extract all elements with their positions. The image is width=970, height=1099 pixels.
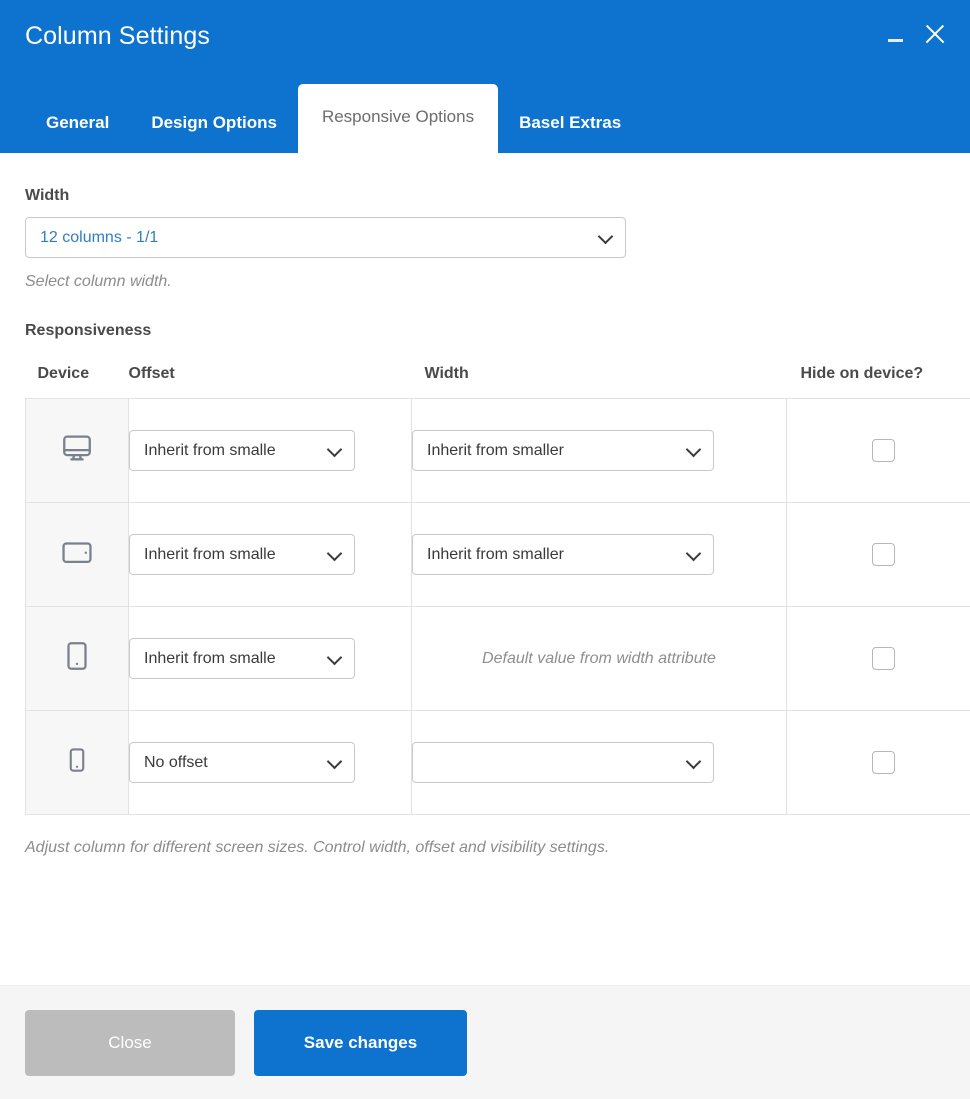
close-dialog-button[interactable]: Close	[25, 1010, 235, 1076]
device-cell	[26, 607, 129, 711]
close-icon	[922, 21, 948, 47]
width-label: Width	[25, 186, 945, 206]
width-cell: Inherit from smaller	[412, 399, 787, 503]
offset-select-value: No offset	[144, 754, 208, 772]
chevron-down-icon	[599, 230, 612, 243]
tab-responsive-options[interactable]: Responsive Options	[298, 84, 498, 153]
chevron-down-icon	[687, 547, 700, 560]
hide-cell	[787, 399, 970, 503]
tablet-portrait-icon	[60, 639, 94, 678]
offset-select[interactable]: Inherit from smalle	[129, 638, 355, 679]
table-header-row: Device Offset Width Hide on device?	[26, 341, 970, 399]
table-row: Inherit from smalle Default value from w…	[26, 607, 970, 711]
width-default-note: Default value from width attribute	[412, 646, 786, 671]
dialog-title: Column Settings	[25, 20, 210, 52]
row-width-select-value: Inherit from smaller	[427, 546, 564, 564]
responsiveness-table: Device Offset Width Hide on device?	[25, 341, 970, 815]
offset-cell: No offset	[129, 711, 412, 815]
width-field-group: Width 12 columns - 1/1 Select column wid…	[0, 153, 970, 341]
device-cell	[26, 503, 129, 607]
width-hint: Select column width.	[25, 272, 945, 292]
table-body: Inherit from smalle Inherit from smaller	[26, 399, 970, 815]
width-cell: Default value from width attribute	[412, 607, 787, 711]
chevron-down-icon	[687, 443, 700, 456]
chevron-down-icon	[328, 651, 341, 664]
dialog-header: Column Settings General Design Options R…	[0, 0, 970, 153]
tab-design-options[interactable]: Design Options	[130, 96, 298, 153]
offset-select[interactable]: Inherit from smalle	[129, 534, 355, 575]
minimize-icon	[888, 39, 903, 42]
offset-select[interactable]: No offset	[129, 742, 355, 783]
column-header-hide-on-device: Hide on device?	[787, 341, 970, 399]
hide-on-device-checkbox[interactable]	[872, 439, 895, 462]
responsiveness-label: Responsiveness	[25, 321, 945, 341]
row-width-select[interactable]: Inherit from smaller	[412, 430, 714, 471]
hide-on-device-checkbox[interactable]	[872, 543, 895, 566]
offset-select-value: Inherit from smalle	[144, 650, 276, 668]
hide-cell	[787, 607, 970, 711]
offset-select-value: Inherit from smalle	[144, 442, 276, 460]
device-cell	[26, 711, 129, 815]
offset-select-value: Inherit from smalle	[144, 546, 276, 564]
desktop-icon	[60, 431, 94, 470]
offset-cell: Inherit from smalle	[129, 503, 412, 607]
chevron-down-icon	[687, 755, 700, 768]
table-header: Device Offset Width Hide on device?	[26, 341, 970, 399]
row-width-select-value: Inherit from smaller	[427, 442, 564, 460]
tab-basel-extras[interactable]: Basel Extras	[498, 96, 642, 153]
dialog-footer: Close Save changes	[0, 985, 970, 1099]
chevron-down-icon	[328, 755, 341, 768]
responsiveness-hint: Adjust column for different screen sizes…	[0, 815, 970, 858]
row-width-select[interactable]	[412, 742, 714, 783]
minimize-button[interactable]	[882, 19, 908, 49]
width-select[interactable]: 12 columns - 1/1	[25, 217, 626, 258]
width-cell: Inherit from smaller	[412, 503, 787, 607]
dialog-body: Width 12 columns - 1/1 Select column wid…	[0, 153, 970, 985]
column-settings-dialog: Column Settings General Design Options R…	[0, 0, 970, 1099]
tablet-landscape-icon	[60, 535, 94, 574]
table-row: Inherit from smalle Inherit from smaller	[26, 503, 970, 607]
device-cell	[26, 399, 129, 503]
hide-on-device-checkbox[interactable]	[872, 751, 895, 774]
hide-cell	[787, 503, 970, 607]
row-width-select[interactable]: Inherit from smaller	[412, 534, 714, 575]
mobile-icon	[62, 745, 92, 780]
chevron-down-icon	[328, 547, 341, 560]
hide-on-device-checkbox[interactable]	[872, 647, 895, 670]
table-row: No offset	[26, 711, 970, 815]
offset-cell: Inherit from smalle	[129, 399, 412, 503]
chevron-down-icon	[328, 443, 341, 456]
column-header-device: Device	[26, 341, 129, 399]
column-header-offset: Offset	[129, 341, 412, 399]
column-header-width: Width	[412, 341, 787, 399]
window-controls	[882, 19, 948, 49]
table-row: Inherit from smalle Inherit from smaller	[26, 399, 970, 503]
width-cell	[412, 711, 787, 815]
close-button[interactable]	[922, 19, 948, 49]
tab-general[interactable]: General	[25, 96, 130, 153]
offset-cell: Inherit from smalle	[129, 607, 412, 711]
hide-cell	[787, 711, 970, 815]
offset-select[interactable]: Inherit from smalle	[129, 430, 355, 471]
save-changes-button[interactable]: Save changes	[254, 1010, 467, 1076]
width-select-value: 12 columns - 1/1	[40, 229, 158, 247]
tab-bar: General Design Options Responsive Option…	[0, 84, 642, 153]
